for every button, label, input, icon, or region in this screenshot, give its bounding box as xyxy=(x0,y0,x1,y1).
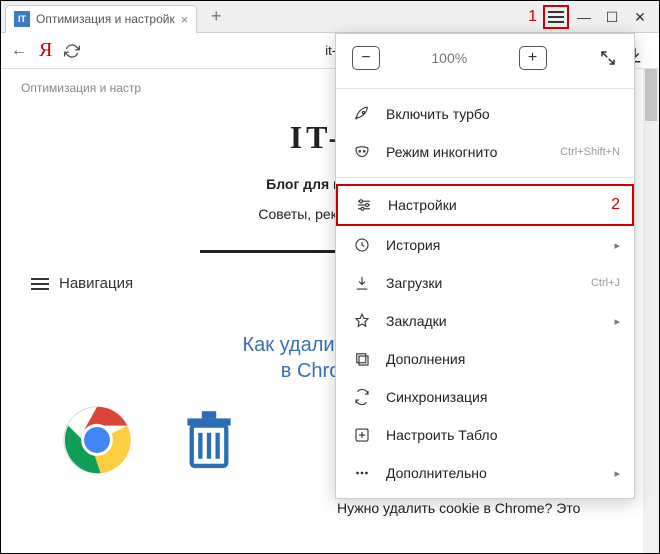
menu-label: Закладки xyxy=(386,313,447,329)
article-body: Нужно удалить cookie в Chrome? Это xyxy=(337,500,627,516)
hamburger-icon xyxy=(31,283,49,285)
menu-item-sync[interactable]: Синхронизация xyxy=(336,378,634,416)
rocket-icon xyxy=(352,104,372,124)
maximize-button[interactable]: ☐ xyxy=(599,5,625,29)
window-controls: 1 — ☐ ✕ xyxy=(528,1,653,33)
minimize-button[interactable]: — xyxy=(571,5,597,29)
menu-item-bookmarks[interactable]: Закладки ▸ xyxy=(336,302,634,340)
back-button[interactable]: ← xyxy=(9,41,29,61)
clock-icon xyxy=(352,235,372,255)
scrollbar[interactable] xyxy=(643,69,659,553)
menu-item-downloads[interactable]: Загрузки Ctrl+J xyxy=(336,264,634,302)
menu-label: Настройки xyxy=(388,197,457,213)
tab-title: Оптимизация и настройк xyxy=(36,12,175,26)
fullscreen-button[interactable] xyxy=(598,48,618,68)
menu-label: Включить турбо xyxy=(386,106,490,122)
zoom-out-button[interactable]: − xyxy=(352,46,380,70)
reload-button[interactable] xyxy=(62,41,82,61)
scrollbar-thumb[interactable] xyxy=(645,69,657,121)
close-icon[interactable]: × xyxy=(181,12,189,27)
menu-shortcut: Ctrl+J xyxy=(591,277,620,289)
zoom-in-button[interactable]: + xyxy=(519,46,547,70)
chevron-right-icon: ▸ xyxy=(614,315,620,328)
browser-tab[interactable]: IT Оптимизация и настройк × xyxy=(5,5,197,33)
menu-label: Режим инкогнито xyxy=(386,144,497,160)
annotation-1: 1 xyxy=(528,8,537,26)
menu-item-more[interactable]: Дополнительно ▸ xyxy=(336,454,634,492)
menu-item-turbo[interactable]: Включить турбо xyxy=(336,95,634,133)
menu-item-settings[interactable]: Настройки 2 xyxy=(336,184,634,226)
main-menu: − 100% + Включить турбо Режим инкогнито … xyxy=(335,33,635,499)
separator xyxy=(336,88,634,89)
menu-item-tablo[interactable]: Настроить Табло xyxy=(336,416,634,454)
menu-label: История xyxy=(386,237,440,253)
plus-square-icon xyxy=(352,425,372,445)
hamburger-icon xyxy=(548,16,564,18)
menu-shortcut: Ctrl+Shift+N xyxy=(560,146,620,158)
dots-icon xyxy=(352,463,372,483)
nav-label: Навигация xyxy=(59,275,133,292)
layers-icon xyxy=(352,349,372,369)
tab-bar: IT Оптимизация и настройк × + 1 — ☐ ✕ xyxy=(1,1,659,33)
menu-label: Настроить Табло xyxy=(386,427,498,443)
menu-button[interactable] xyxy=(543,5,569,29)
new-tab-button[interactable]: + xyxy=(203,4,229,30)
chevron-right-icon: ▸ xyxy=(614,467,620,480)
chrome-logo-icon xyxy=(61,404,133,476)
zoom-value: 100% xyxy=(431,50,467,66)
sliders-icon xyxy=(354,195,374,215)
menu-label: Загрузки xyxy=(386,275,442,291)
star-icon xyxy=(352,311,372,331)
close-button[interactable]: ✕ xyxy=(627,5,653,29)
zoom-controls: − 100% + xyxy=(336,34,634,82)
yandex-logo[interactable]: Я xyxy=(39,39,52,62)
chevron-right-icon: ▸ xyxy=(614,239,620,252)
annotation-2: 2 xyxy=(611,196,620,214)
favicon: IT xyxy=(14,11,30,27)
menu-label: Синхронизация xyxy=(386,389,487,405)
menu-label: Дополнительно xyxy=(386,465,487,481)
trash-icon xyxy=(173,404,245,476)
mask-icon xyxy=(352,142,372,162)
download-icon xyxy=(352,273,372,293)
menu-label: Дополнения xyxy=(386,351,465,367)
separator xyxy=(336,177,634,178)
sync-icon xyxy=(352,387,372,407)
menu-item-incognito[interactable]: Режим инкогнито Ctrl+Shift+N xyxy=(336,133,634,171)
menu-item-addons[interactable]: Дополнения xyxy=(336,340,634,378)
menu-item-history[interactable]: История ▸ xyxy=(336,226,634,264)
